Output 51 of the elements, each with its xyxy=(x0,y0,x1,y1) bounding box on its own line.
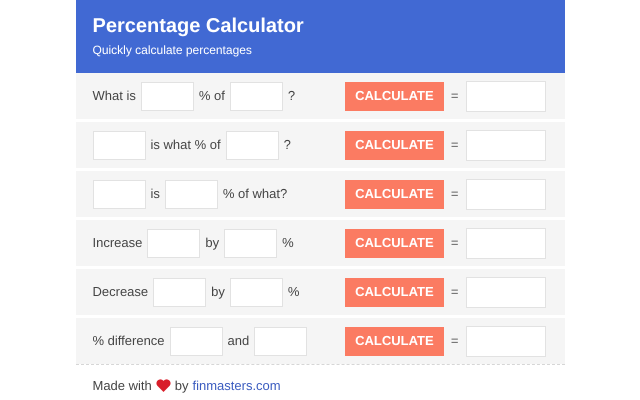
number-field[interactable] xyxy=(164,180,218,208)
calculate-button[interactable]: CALCULATE xyxy=(344,228,444,258)
number-field[interactable] xyxy=(230,82,283,110)
app-title: Percentage Calculator xyxy=(92,14,305,38)
calculate-button[interactable]: CALCULATE xyxy=(344,130,444,160)
number-field[interactable] xyxy=(230,278,283,306)
calculate-button[interactable]: CALCULATE xyxy=(344,326,444,356)
calculate-button[interactable]: CALCULATE xyxy=(344,180,444,208)
row-label: % xyxy=(288,283,300,302)
row-label: ? xyxy=(284,136,291,154)
equals-sign: = xyxy=(450,283,458,302)
row-label: % xyxy=(282,234,294,252)
app-subtitle: Quickly calculate percentages xyxy=(92,42,253,58)
result-field[interactable] xyxy=(466,178,546,210)
number-field[interactable] xyxy=(170,326,223,356)
number-field[interactable] xyxy=(92,130,146,160)
result-field[interactable] xyxy=(466,326,546,356)
row-label: Decrease xyxy=(92,283,148,302)
result-field[interactable] xyxy=(466,276,546,308)
equals-sign: = xyxy=(450,136,458,154)
result-field[interactable] xyxy=(466,228,546,258)
footer-text: by xyxy=(174,377,188,395)
calculate-button[interactable]: CALCULATE xyxy=(344,278,444,306)
equals-sign: = xyxy=(450,185,458,204)
row-label: % of xyxy=(198,87,225,106)
row-label: by xyxy=(205,234,220,252)
number-field[interactable] xyxy=(254,326,308,356)
number-field[interactable] xyxy=(140,82,194,110)
row-label: and xyxy=(228,332,250,350)
number-field[interactable] xyxy=(92,180,146,208)
row-label: ? xyxy=(288,87,296,106)
row-label: Increase xyxy=(92,234,142,252)
heart-icon xyxy=(156,379,171,392)
number-field[interactable] xyxy=(153,278,206,306)
number-field[interactable] xyxy=(224,228,278,258)
footer-text: Made with xyxy=(92,377,152,395)
result-field[interactable] xyxy=(466,80,546,112)
row-label: is xyxy=(150,185,160,204)
row-label: % of what? xyxy=(222,185,288,204)
footer-link[interactable]: finmasters.com xyxy=(192,376,281,396)
equals-sign: = xyxy=(450,234,458,252)
result-field[interactable] xyxy=(466,130,546,160)
row-label: What is xyxy=(92,87,136,106)
equals-sign: = xyxy=(450,332,458,350)
row-label: by xyxy=(211,283,225,302)
calculate-button[interactable]: CALCULATE xyxy=(344,82,444,110)
row-label: is what % of xyxy=(150,136,221,154)
number-field[interactable] xyxy=(147,228,200,258)
row-label: % difference xyxy=(92,332,165,350)
equals-sign: = xyxy=(450,87,458,106)
number-field[interactable] xyxy=(226,130,279,160)
